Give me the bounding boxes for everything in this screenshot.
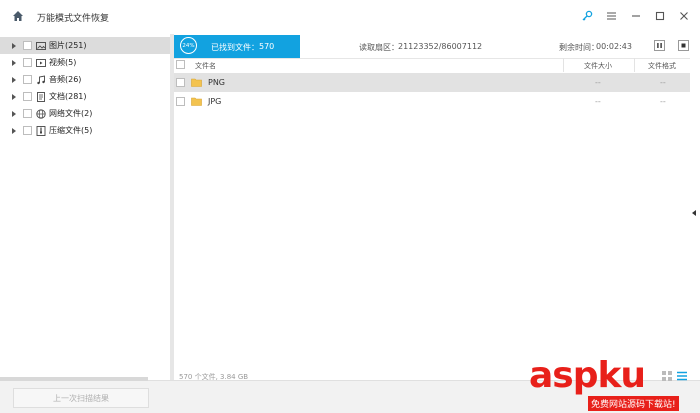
sidebar-item-label: 图片(251) <box>49 41 87 50</box>
sidebar-item-audio[interactable]: 音频(26) <box>0 71 170 88</box>
pause-icon <box>657 43 662 48</box>
column-header-size[interactable]: 文件大小 <box>584 61 612 71</box>
row-file-size: -- <box>595 78 601 87</box>
remaining-time-label: 剩余时间： <box>559 43 599 52</box>
select-all-checkbox[interactable] <box>176 60 185 69</box>
checkbox[interactable] <box>23 75 32 84</box>
row-file-name: JPG <box>208 97 222 106</box>
row-file-name: PNG <box>208 78 226 87</box>
sidebar-item-network[interactable]: 网络文件(2) <box>0 105 170 122</box>
category-sidebar: 图片(251) 视频(5) 音频(26) 文档(281) 网络文件(2) 压缩文… <box>0 34 171 380</box>
collapse-panel-arrow-icon[interactable] <box>692 210 696 216</box>
found-files-count: 570 <box>259 42 275 51</box>
column-divider <box>563 58 564 72</box>
expand-arrow-icon[interactable] <box>12 110 16 117</box>
folder-icon <box>191 78 202 87</box>
expand-arrow-icon[interactable] <box>12 42 16 49</box>
file-table-header <box>174 58 690 74</box>
checkbox[interactable] <box>23 92 32 101</box>
title-bar: 万能模式文件恢复 <box>0 0 700 34</box>
sidebar-item-label: 网络文件(2) <box>49 109 93 118</box>
table-row[interactable]: PNG -- -- <box>174 73 690 92</box>
column-divider <box>634 58 635 72</box>
stop-icon <box>681 43 686 48</box>
sidebar-item-label: 压缩文件(5) <box>49 126 93 135</box>
watermark: aspku 免费网站源码下载站! <box>529 355 700 412</box>
watermark-tagline: 免费网站源码下载站! <box>588 396 679 411</box>
menu-icon[interactable] <box>604 9 618 23</box>
table-row[interactable]: JPG -- -- <box>174 92 690 111</box>
home-icon[interactable] <box>12 10 24 22</box>
progress-ring: 24% <box>180 37 197 54</box>
folder-icon <box>191 97 202 106</box>
row-checkbox[interactable] <box>176 78 185 87</box>
sidebar-item-documents[interactable]: 文档(281) <box>0 88 170 105</box>
close-icon[interactable] <box>677 9 691 23</box>
checkbox[interactable] <box>23 126 32 135</box>
expand-arrow-icon[interactable] <box>12 59 16 66</box>
minimize-icon[interactable] <box>629 9 643 23</box>
column-header-name[interactable]: 文件名 <box>195 61 216 71</box>
document-icon <box>36 91 46 102</box>
found-files-label: 已找到文件： <box>211 43 259 52</box>
expand-arrow-icon[interactable] <box>12 93 16 100</box>
sidebar-item-label: 视频(5) <box>49 58 77 67</box>
file-summary: 570 个文件, 3.84 GB <box>179 373 249 381</box>
key-icon[interactable] <box>580 9 594 23</box>
read-sector-value: 21123352/86007112 <box>398 42 483 51</box>
checkbox[interactable] <box>23 58 32 67</box>
sidebar-item-label: 文档(281) <box>49 92 87 101</box>
expand-arrow-icon[interactable] <box>12 127 16 134</box>
maximize-icon[interactable] <box>653 9 667 23</box>
checkbox[interactable] <box>23 109 32 118</box>
music-icon <box>36 74 46 85</box>
sidebar-horizontal-scrollbar[interactable] <box>0 377 148 381</box>
video-icon <box>36 58 46 68</box>
last-scan-result-button[interactable]: 上一次扫描结果 <box>13 388 149 408</box>
row-file-size: -- <box>595 97 601 106</box>
sidebar-item-images[interactable]: 图片(251) <box>0 37 170 54</box>
sidebar-item-archives[interactable]: 压缩文件(5) <box>0 122 170 139</box>
row-file-format: -- <box>660 97 666 106</box>
watermark-logo: aspku <box>529 355 646 396</box>
sidebar-item-label: 音频(26) <box>49 75 82 84</box>
row-checkbox[interactable] <box>176 97 185 106</box>
image-icon <box>36 41 46 51</box>
expand-arrow-icon[interactable] <box>12 76 16 83</box>
checkbox[interactable] <box>23 41 32 50</box>
pause-button[interactable] <box>654 40 665 51</box>
app-title: 万能模式文件恢复 <box>37 14 110 24</box>
globe-icon <box>36 108 46 119</box>
read-sector-label: 读取扇区： <box>359 43 399 52</box>
archive-icon <box>36 125 46 136</box>
sidebar-item-videos[interactable]: 视频(5) <box>0 54 170 71</box>
row-file-format: -- <box>660 78 666 87</box>
stop-button[interactable] <box>678 40 689 51</box>
remaining-time-value: 00:02:43 <box>596 42 632 51</box>
column-header-format[interactable]: 文件格式 <box>648 61 676 71</box>
